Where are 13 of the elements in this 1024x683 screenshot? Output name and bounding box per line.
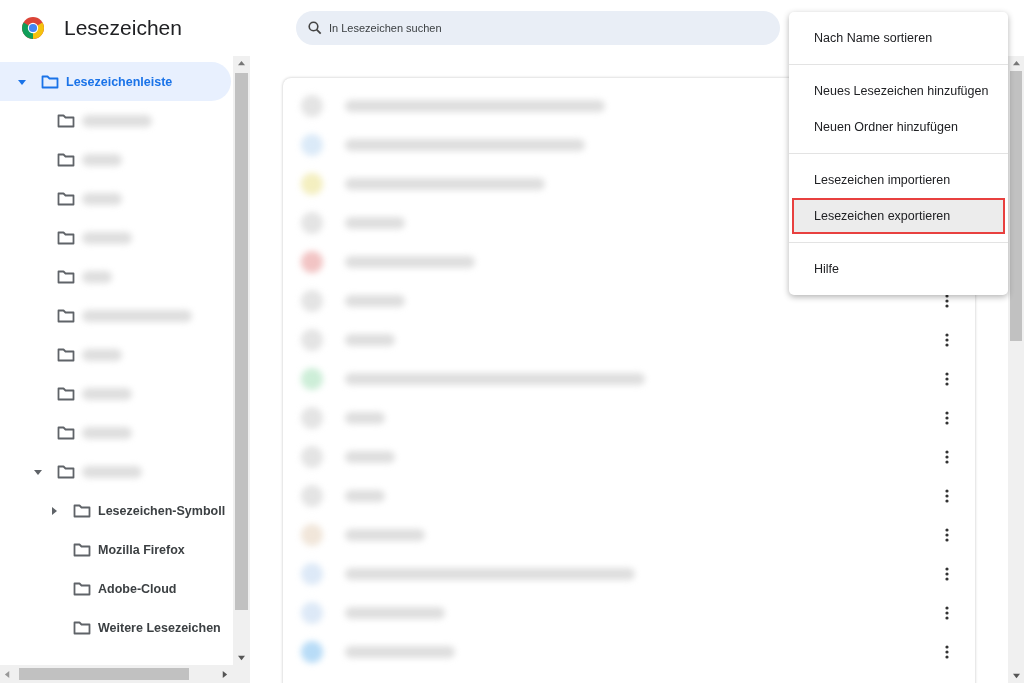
menu-item[interactable]: Hilfe [792, 251, 1005, 287]
tree-item[interactable]: Lesezeichen-Symboll [0, 491, 231, 530]
menu-item[interactable]: Nach Name sortieren [792, 20, 1005, 56]
tree-item[interactable]: Weitere Lesezeichen [0, 608, 231, 647]
menu-item[interactable]: Neues Lesezeichen hinzufügen [792, 73, 1005, 109]
menu-item[interactable]: Neuen Ordner hinzufügen [792, 109, 1005, 145]
menu-item[interactable]: Lesezeichen exportieren [792, 198, 1005, 234]
page-title: Lesezeichen [64, 16, 182, 40]
tree-item[interactable]: Lesezeichenleiste [0, 62, 231, 101]
tree-item[interactable]: Adobe-Cloud [0, 569, 231, 608]
tree-item[interactable]: Mozilla Firefox [0, 530, 231, 569]
search-field[interactable]: In Lesezeichen suchen [296, 11, 780, 45]
menu-item[interactable]: Lesezeichen importieren [792, 162, 1005, 198]
